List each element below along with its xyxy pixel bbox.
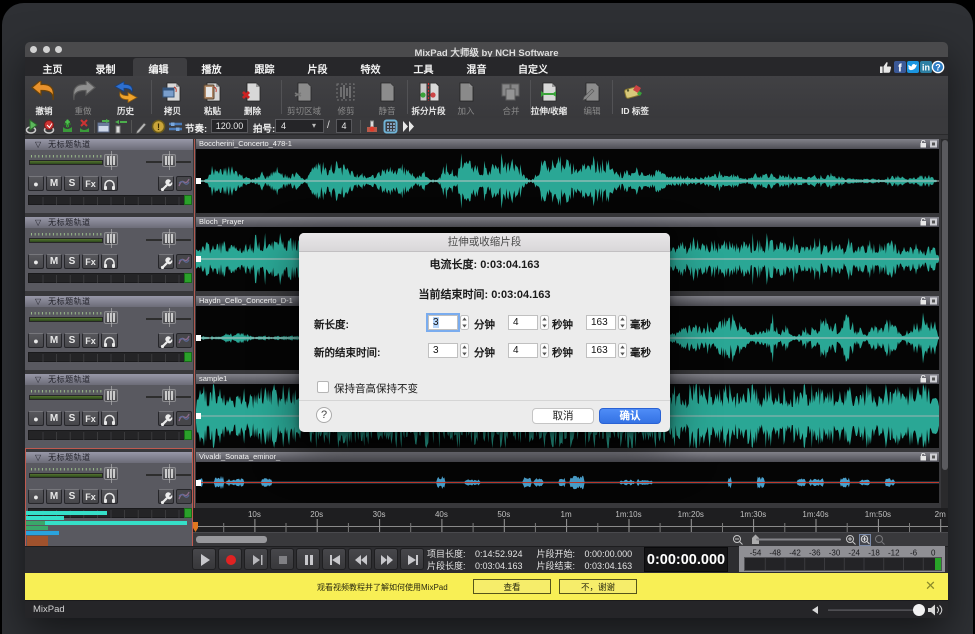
svg-text:in: in [922, 63, 930, 73]
svg-text:!: ! [157, 122, 160, 132]
svg-text:1m:50s: 1m:50s [865, 510, 891, 519]
svg-text:40s: 40s [435, 510, 448, 519]
svg-text:1m:20s: 1m:20s [678, 510, 704, 519]
svg-text:1m:10s: 1m:10s [615, 510, 641, 519]
svg-text:20s: 20s [310, 510, 323, 519]
svg-text:?: ? [935, 63, 941, 73]
svg-text:30s: 30s [373, 510, 386, 519]
svg-text:1m:40s: 1m:40s [802, 510, 828, 519]
svg-text:50s: 50s [497, 510, 510, 519]
svg-text:10s: 10s [248, 510, 261, 519]
svg-text:2m: 2m [935, 510, 946, 519]
svg-text:1m: 1m [561, 510, 572, 519]
svg-text:1m:30s: 1m:30s [740, 510, 766, 519]
svg-text:f: f [898, 63, 902, 75]
